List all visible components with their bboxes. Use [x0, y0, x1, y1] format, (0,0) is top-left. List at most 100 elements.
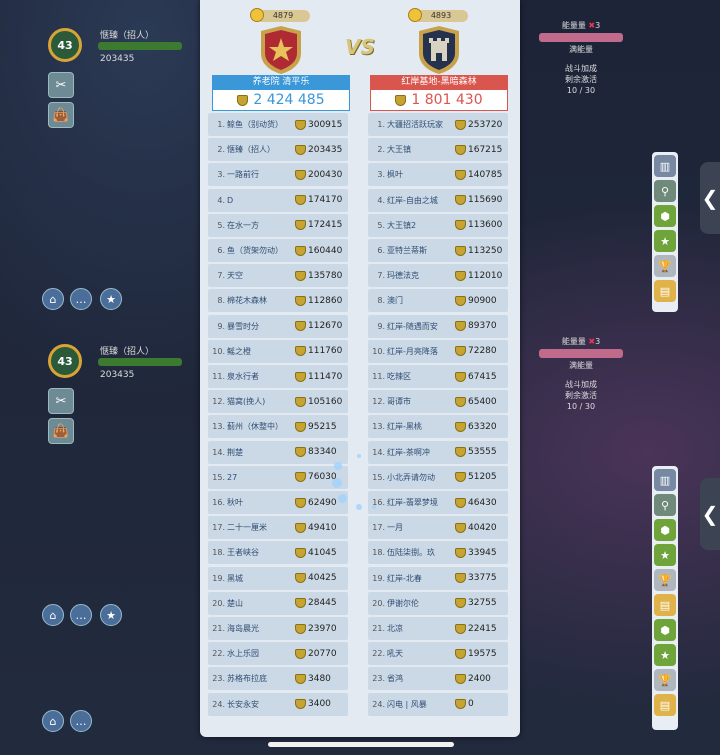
home-icon-3[interactable]: ⌂	[42, 710, 64, 732]
member-row[interactable]: 18. 伍陆柒捌。玖 33945	[368, 541, 508, 565]
search-icon[interactable]: ⚲	[654, 180, 676, 202]
shield-icon-3[interactable]: ⬢	[654, 619, 676, 641]
member-row[interactable]: 8. 澳门 90900	[368, 289, 508, 313]
shield-icon-2[interactable]: ⬢	[654, 519, 676, 541]
member-name: 猫窝(挽人)	[227, 397, 266, 407]
member-name: 澳门	[387, 296, 403, 306]
member-row[interactable]: 4. D 174170	[208, 188, 348, 212]
chat-icon-3[interactable]: …	[70, 710, 92, 732]
rank: 22.	[212, 649, 225, 659]
member-row[interactable]: 2. 大王镇 167215	[368, 138, 508, 162]
member-row[interactable]: 1. 鲸鱼（别动货） 300915	[208, 113, 348, 136]
member-row[interactable]: 6. 亚特兰蒂斯 113250	[368, 239, 508, 262]
home-indicator[interactable]	[268, 742, 454, 747]
rank: 17.	[372, 523, 385, 533]
member-row[interactable]: 6. 鱼（货架勿动） 160440	[208, 239, 348, 262]
member-row[interactable]: 15. 小北弄请勿动 51205	[368, 465, 508, 489]
member-row[interactable]: 16. 秋叶 62490	[208, 491, 348, 514]
tools-icon[interactable]: ✂	[48, 72, 74, 98]
star-icon-2[interactable]: ★	[100, 604, 122, 626]
shield-coin-icon	[295, 522, 306, 533]
member-row[interactable]: 5. 大王镇2 113600	[368, 213, 508, 237]
player-progress-bar-2	[98, 358, 182, 366]
member-row[interactable]: 13. 红岸-黑桃 63320	[368, 415, 508, 439]
member-row[interactable]: 17. 二十一厘米 49410	[208, 516, 348, 540]
shield-icon[interactable]: ⬢	[654, 205, 676, 227]
member-row[interactable]: 5. 在水一方 172415	[208, 213, 348, 237]
member-row[interactable]: 10. 红岸-月亮降落 72280	[368, 339, 508, 363]
member-row[interactable]: 18. 王者峡谷 41045	[208, 541, 348, 565]
star-badge-icon-3[interactable]: ★	[654, 644, 676, 666]
member-row[interactable]: 14. 红岸-茶啊冲 53555	[368, 440, 508, 464]
member-row[interactable]: 11. 吃辣区 67415	[368, 365, 508, 388]
member-row[interactable]: 15. 27 76030	[208, 465, 348, 489]
bag-icon[interactable]: 👜	[48, 102, 74, 128]
member-row[interactable]: 23. 苏格布拉底 3480	[208, 667, 348, 691]
member-row[interactable]: 3. 一路前行 200430	[208, 163, 348, 187]
chevron-left-icon-2[interactable]: ❮	[700, 478, 720, 550]
member-score: 3480	[308, 673, 331, 684]
member-row[interactable]: 20. 楚山 28445	[208, 591, 348, 615]
member-score: 40425	[308, 573, 337, 584]
member-name: 枫叶	[387, 170, 403, 180]
search-icon-2[interactable]: ⚲	[654, 494, 676, 516]
home-icon[interactable]: ⌂	[42, 288, 64, 310]
member-row[interactable]: 19. 红岸-北春 33775	[368, 566, 508, 590]
shield-coin-icon	[455, 623, 466, 634]
member-row[interactable]: 1. 大疆招活跃玩家 253720	[368, 113, 508, 136]
rank: 24.	[212, 699, 225, 709]
member-row[interactable]: 24. 闪电 | 风暴 0	[368, 692, 508, 716]
trophy-icon-2[interactable]: 🏆	[654, 569, 676, 591]
member-row[interactable]: 23. 省鸿 2400	[368, 667, 508, 691]
member-row[interactable]: 8. 棉花木森林 112860	[208, 289, 348, 313]
chat-icon[interactable]: …	[70, 288, 92, 310]
home-icon-2[interactable]: ⌂	[42, 604, 64, 626]
bag-icon-2[interactable]: 👜	[48, 418, 74, 444]
member-row[interactable]: 9. 暴雪时分 112670	[208, 314, 348, 338]
book-icon[interactable]: ▤	[654, 280, 676, 302]
member-row[interactable]: 17. 一月 40420	[368, 516, 508, 540]
member-row[interactable]: 21. 海岛晨光 23970	[208, 617, 348, 640]
player-score-2: 203435	[100, 370, 135, 380]
star-badge-icon[interactable]: ★	[654, 230, 676, 252]
member-row[interactable]: 24. 长安永安 3400	[208, 692, 348, 716]
member-row[interactable]: 7. 玛德法克 112010	[368, 264, 508, 288]
member-row[interactable]: 20. 伊谢尔伦 32755	[368, 591, 508, 615]
member-score: 41045	[308, 547, 337, 558]
member-row[interactable]: 22. 吼天 19575	[368, 642, 508, 666]
member-row[interactable]: 2. 惬臻（招人） 203435	[208, 138, 348, 162]
chevron-left-icon[interactable]: ❮	[700, 162, 720, 234]
trophy-icon[interactable]: 🏆	[654, 255, 676, 277]
member-row[interactable]: 14. 荆楚 83340	[208, 440, 348, 464]
book-icon-2[interactable]: ▤	[654, 594, 676, 616]
book-icon-3[interactable]: ▤	[654, 694, 676, 716]
remaining-label-2: 剩余激活	[565, 391, 597, 400]
member-row[interactable]: 21. 北凉 22415	[368, 617, 508, 640]
rank: 8.	[217, 296, 225, 306]
member-row[interactable]: 3. 枫叶 140785	[368, 163, 508, 187]
chat-icon-2[interactable]: …	[70, 604, 92, 626]
ranking-icon[interactable]: ▥	[654, 155, 676, 177]
member-row[interactable]: 16. 红岸-翡翠梦境 46430	[368, 491, 508, 514]
member-row[interactable]: 7. 天空 135780	[208, 264, 348, 288]
member-row[interactable]: 22. 水上乐园 20770	[208, 642, 348, 666]
member-score: 140785	[468, 169, 503, 180]
tools-icon-2[interactable]: ✂	[48, 388, 74, 414]
shield-coin-icon	[295, 195, 306, 206]
shield-coin-icon	[295, 472, 306, 483]
member-row[interactable]: 11. 泉水行者 111470	[208, 365, 348, 388]
ranking-icon-2[interactable]: ▥	[654, 469, 676, 491]
member-row[interactable]: 9. 红岸-随遇而安 89370	[368, 314, 508, 338]
shield-coin-icon	[455, 270, 466, 281]
star-badge-icon-2[interactable]: ★	[654, 544, 676, 566]
member-row[interactable]: 19. 黑城 40425	[208, 566, 348, 590]
star-icon[interactable]: ★	[100, 288, 122, 310]
member-row[interactable]: 12. 猫窝(挽人) 105160	[208, 390, 348, 414]
rank: 6.	[377, 246, 385, 255]
member-row[interactable]: 4. 红岸-自由之城 115690	[368, 188, 508, 212]
member-row[interactable]: 12. 哥谭市 65400	[368, 390, 508, 414]
member-row[interactable]: 10. 鳐之橙 111760	[208, 339, 348, 363]
trophy-icon-3[interactable]: 🏆	[654, 669, 676, 691]
member-row[interactable]: 13. 蓟州（休整中） 95215	[208, 415, 348, 439]
rank: 19.	[372, 573, 385, 583]
